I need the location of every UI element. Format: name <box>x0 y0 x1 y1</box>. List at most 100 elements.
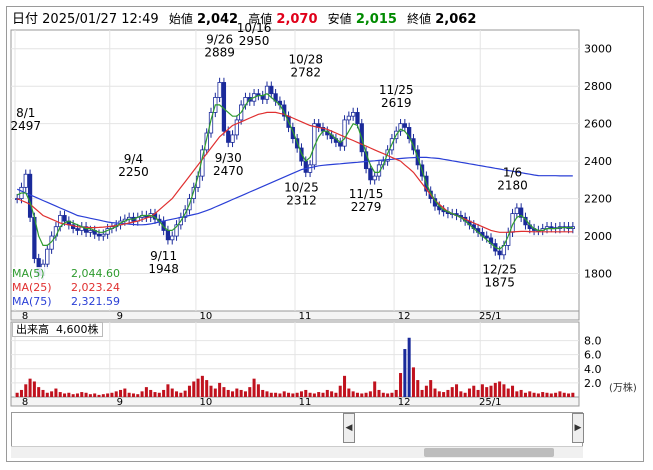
volume-bar <box>200 375 204 397</box>
volume-bar <box>58 392 62 397</box>
volume-bar <box>261 389 265 397</box>
volume-bar <box>338 385 342 397</box>
annotation-value: 2782 <box>290 66 321 80</box>
volume-bar <box>368 391 372 397</box>
candle-body <box>342 119 347 147</box>
moving-average-legend: MA(5) 2,044.60 MA(25) 2,023.24 MA(75) 2,… <box>12 267 120 309</box>
candle-body <box>23 173 28 188</box>
price-y-tick: 2400 <box>584 155 612 168</box>
volume-bar <box>424 385 428 397</box>
volume-bar <box>88 394 92 397</box>
volume-bar <box>308 392 312 397</box>
volume-x-tick: 11 <box>299 397 312 408</box>
volume-bar <box>381 392 385 397</box>
price-y-tick: 2800 <box>584 80 612 93</box>
volume-bar <box>394 389 398 397</box>
volume-y-tick: 2.0 <box>584 377 602 390</box>
candle-body <box>402 123 407 128</box>
volume-bar <box>149 389 153 397</box>
candle-body <box>221 82 227 132</box>
chevron-right-icon: ▶ <box>574 423 582 433</box>
volume-y-tick: 4.0 <box>584 363 602 376</box>
volume-x-tick: 25/1 <box>479 397 501 408</box>
volume-bar <box>360 393 364 397</box>
annotation-date: 11/25 <box>379 83 414 97</box>
volume-bar <box>523 392 527 397</box>
price-x-tick: 10 <box>200 311 213 322</box>
ma75-legend-name: MA(75) <box>12 295 52 308</box>
candle-body <box>234 119 239 136</box>
volume-title: 出来高 <box>16 323 49 336</box>
ma25-legend-name: MA(25) <box>12 281 52 294</box>
price-y-tick: 2200 <box>584 193 612 206</box>
volume-bar <box>123 388 127 397</box>
annotation-value: 2619 <box>381 96 412 110</box>
volume-unit-label: (万株) <box>609 381 637 394</box>
annotation-value: 2250 <box>118 165 149 179</box>
volume-bar <box>403 349 407 397</box>
annotation-value: 2497 <box>10 119 41 133</box>
volume-bar <box>37 387 41 397</box>
volume-bar <box>127 392 131 397</box>
volume-x-tick: 9 <box>117 397 123 408</box>
candle-body <box>346 115 351 121</box>
volume-y-tick: 6.0 <box>584 349 602 362</box>
volume-bar <box>528 391 532 397</box>
volume-bar <box>437 391 441 397</box>
volume-bar <box>399 373 403 397</box>
candle-body <box>230 134 235 143</box>
volume-bar <box>321 392 325 397</box>
volume-bar <box>390 392 394 397</box>
volume-bar <box>442 392 446 397</box>
volume-bar <box>209 385 213 397</box>
price-y-tick: 2000 <box>584 230 612 243</box>
candle-body <box>264 85 270 100</box>
navigator-left-handle[interactable]: ◀ <box>343 413 355 443</box>
volume-bar <box>265 391 269 397</box>
volume-bar <box>54 388 58 397</box>
volume-bar <box>170 388 174 397</box>
annotation-value: 2470 <box>213 164 244 178</box>
candle-body <box>45 248 50 265</box>
volume-bar <box>407 337 411 397</box>
volume-bar <box>75 393 79 397</box>
volume-bar <box>446 389 450 397</box>
navigator-scroll-thumb[interactable] <box>424 448 554 457</box>
volume-bar <box>157 392 161 397</box>
volume-bar <box>24 384 28 397</box>
volume-bar <box>256 384 260 397</box>
volume-y-tick: 8.0 <box>584 335 602 348</box>
volume-bar <box>110 392 114 397</box>
volume-bar <box>239 389 243 397</box>
candle-body <box>101 233 106 237</box>
volume-bar <box>455 384 459 397</box>
volume-bar <box>179 392 183 397</box>
volume-bar <box>463 392 467 397</box>
candle-body <box>88 230 93 233</box>
annotation-value: 2180 <box>497 178 528 192</box>
volume-bar <box>373 381 377 397</box>
annotation-date: 10/16 <box>237 21 272 35</box>
volume-bar <box>347 388 351 397</box>
volume-bar <box>243 391 247 397</box>
navigator-right-handle[interactable]: ▶ <box>572 413 584 443</box>
volume-bar <box>493 382 497 397</box>
chevron-left-icon: ◀ <box>345 423 353 433</box>
price-x-tick: 8 <box>22 311 28 322</box>
volume-bar <box>140 391 144 397</box>
volume-bar <box>32 381 36 397</box>
volume-bar <box>67 392 71 397</box>
volume-bar <box>364 392 368 397</box>
candle-body <box>372 175 377 181</box>
volume-bar <box>299 391 303 397</box>
volume-bar <box>114 391 118 397</box>
candle-body <box>62 215 67 222</box>
volume-bar <box>567 393 571 397</box>
volume-bar <box>131 393 135 397</box>
ma5-legend-value: 2,044.60 <box>71 267 120 280</box>
price-y-tick: 3000 <box>584 43 612 56</box>
price-chart-canvas[interactable]: 3000 2800 2600 2400 2200 2000 1800 8.06.04.02.0… <box>0 0 653 470</box>
volume-x-tick: 12 <box>398 397 411 408</box>
volume-bar <box>317 392 321 397</box>
price-y-tick: 1800 <box>584 268 612 281</box>
